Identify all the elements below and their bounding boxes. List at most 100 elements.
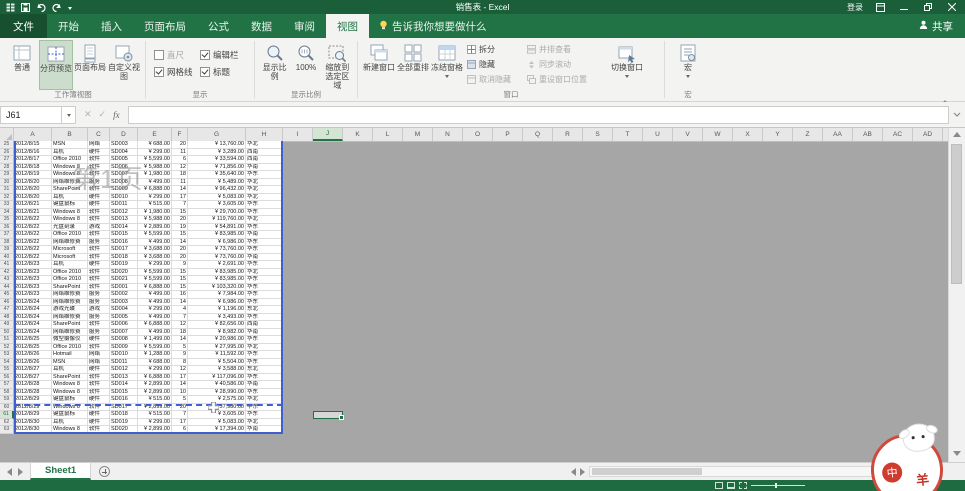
cell[interactable]: 硬件: [88, 149, 110, 157]
cell[interactable]: ¥ 2,899.00: [138, 381, 172, 389]
cell[interactable]: 耳机: [52, 194, 88, 202]
tell-me-box[interactable]: 告诉我你想要做什么: [369, 14, 497, 38]
column-header-R[interactable]: R: [553, 128, 583, 141]
tab-insert[interactable]: 插入: [90, 14, 133, 38]
column-header-F[interactable]: F: [172, 128, 188, 141]
cell[interactable]: 2012/8/21: [14, 201, 52, 209]
cell[interactable]: 2012/8/23: [14, 269, 52, 277]
cell[interactable]: 2012/8/19: [14, 171, 52, 179]
cell[interactable]: 软件: [88, 284, 110, 292]
row-header-29[interactable]: 29: [0, 171, 14, 179]
cell[interactable]: 10: [172, 389, 188, 397]
cell[interactable]: ¥ 73,760.00: [188, 254, 246, 262]
cell[interactable]: 14: [172, 299, 188, 307]
cell[interactable]: 2012/8/16: [14, 149, 52, 157]
row-header-45[interactable]: 45: [0, 291, 14, 299]
cell[interactable]: 软件: [88, 186, 110, 194]
cell[interactable]: 西南: [246, 149, 283, 157]
cell[interactable]: SD016: [110, 239, 138, 247]
cell[interactable]: 20: [172, 404, 188, 412]
cell[interactable]: 12: [172, 164, 188, 172]
page-break-shortcut-icon[interactable]: [739, 482, 747, 489]
cell[interactable]: 11: [172, 179, 188, 187]
cell[interactable]: SD007: [110, 329, 138, 337]
cell[interactable]: 2012/8/30: [14, 419, 52, 427]
cell[interactable]: 软件: [88, 254, 110, 262]
cell[interactable]: 12: [172, 321, 188, 329]
column-header-I[interactable]: I: [283, 128, 313, 141]
hscroll-left-icon[interactable]: [571, 468, 576, 476]
cell[interactable]: ¥ 83,985.00: [188, 276, 246, 284]
ribbon-display-options-icon[interactable]: [873, 1, 887, 13]
column-header-AD[interactable]: AD: [913, 128, 943, 141]
cell[interactable]: SD021: [110, 276, 138, 284]
cell[interactable]: 华北: [246, 419, 283, 427]
row-header-56[interactable]: 56: [0, 374, 14, 382]
cell[interactable]: ¥ 2,889.00: [138, 224, 172, 232]
cell[interactable]: 网络维修费: [52, 291, 88, 299]
freeze-panes-button[interactable]: 冻结窗格: [430, 40, 464, 90]
column-header-S[interactable]: S: [583, 128, 613, 141]
cell[interactable]: 5: [172, 344, 188, 352]
cell[interactable]: 14: [172, 186, 188, 194]
page-layout-view-button[interactable]: 页面布局: [73, 40, 107, 90]
cell[interactable]: ¥ 119,760.00: [188, 216, 246, 224]
cell[interactable]: 西南: [246, 156, 283, 164]
cell[interactable]: 服务: [88, 329, 110, 337]
cell[interactable]: 东北: [246, 366, 283, 374]
cell[interactable]: 华北: [246, 269, 283, 277]
row-header-40[interactable]: 40: [0, 254, 14, 262]
cell[interactable]: 17: [172, 374, 188, 382]
cell[interactable]: 键盘鼠标: [52, 396, 88, 404]
cell[interactable]: Office 2010: [52, 156, 88, 164]
minimize-icon[interactable]: [897, 1, 911, 13]
column-header-B[interactable]: B: [52, 128, 88, 141]
cancel-icon[interactable]: ✕: [84, 109, 92, 120]
cell[interactable]: 软件: [88, 389, 110, 397]
cell[interactable]: ¥ 40,586.00: [188, 381, 246, 389]
cell[interactable]: Office 2010: [52, 344, 88, 352]
cell[interactable]: Windows 8: [52, 426, 88, 434]
cell[interactable]: 华东: [246, 351, 283, 359]
cell[interactable]: 7: [172, 411, 188, 419]
row-header-62[interactable]: 62: [0, 419, 14, 427]
cell[interactable]: SD011: [110, 359, 138, 367]
cell[interactable]: 网络维修费: [52, 239, 88, 247]
cell[interactable]: ¥ 5,083.00: [188, 419, 246, 427]
cell[interactable]: Office 2010: [52, 269, 88, 277]
cell[interactable]: 硬件: [88, 336, 110, 344]
cell[interactable]: ¥ 5,489.00: [188, 179, 246, 187]
cell[interactable]: Windows 8: [52, 171, 88, 179]
cell[interactable]: 软件: [88, 231, 110, 239]
row-header-53[interactable]: 53: [0, 351, 14, 359]
cell[interactable]: ¥ 5,599.00: [138, 344, 172, 352]
cell[interactable]: 软件: [88, 426, 110, 434]
cell[interactable]: SD013: [110, 374, 138, 382]
tab-file[interactable]: 文件: [0, 14, 47, 38]
cell[interactable]: Office 2010: [52, 276, 88, 284]
cell[interactable]: SD009: [110, 186, 138, 194]
row-header-34[interactable]: 34: [0, 209, 14, 217]
cell[interactable]: 华东: [246, 374, 283, 382]
column-header-T[interactable]: T: [613, 128, 643, 141]
cell[interactable]: ¥ 117,096.00: [188, 374, 246, 382]
column-header-E[interactable]: E: [138, 128, 172, 141]
tab-page-layout[interactable]: 页面布局: [133, 14, 197, 38]
cell[interactable]: 14: [172, 381, 188, 389]
cell[interactable]: 键盘鼠标: [52, 201, 88, 209]
cell[interactable]: 华东: [246, 224, 283, 232]
save-icon[interactable]: [21, 3, 30, 12]
cell[interactable]: ¥ 83,985.00: [188, 231, 246, 239]
row-header-44[interactable]: 44: [0, 284, 14, 292]
cell[interactable]: ¥ 83,985.00: [188, 269, 246, 277]
cell[interactable]: SD008: [110, 179, 138, 187]
cell[interactable]: ¥ 13,760.00: [188, 141, 246, 149]
cell[interactable]: 12: [172, 366, 188, 374]
cell[interactable]: SD003: [110, 299, 138, 307]
name-box-dropdown[interactable]: [62, 106, 76, 124]
headings-checkbox[interactable]: 标题: [200, 66, 252, 78]
cell[interactable]: ¥ 103,320.00: [188, 284, 246, 292]
row-header-36[interactable]: 36: [0, 224, 14, 232]
cell[interactable]: 游戏: [88, 306, 110, 314]
cell[interactable]: 华东: [246, 276, 283, 284]
